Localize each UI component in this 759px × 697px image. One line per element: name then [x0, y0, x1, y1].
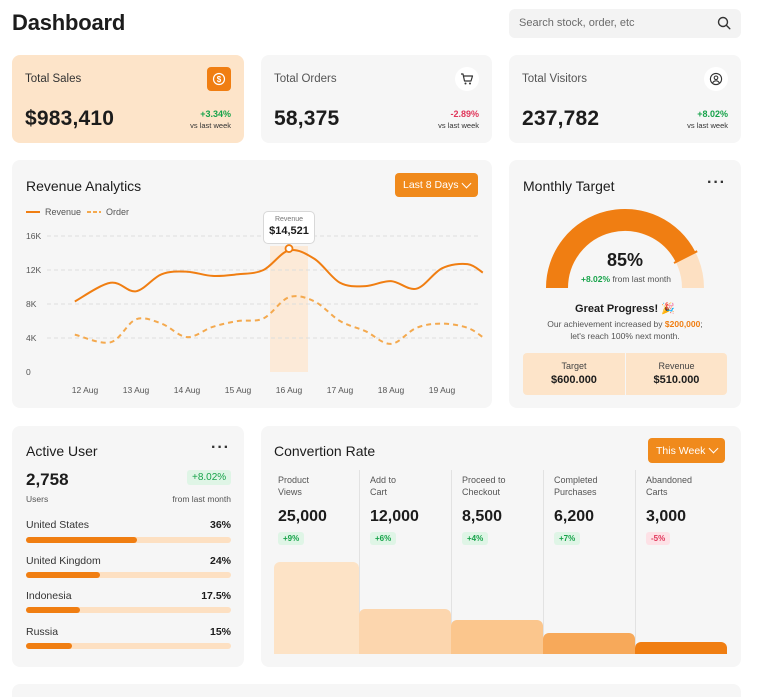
country-bar: [26, 643, 231, 649]
user-delta: +8.02%: [187, 470, 232, 485]
stage-label-line-1: Proceed to: [462, 475, 506, 485]
y-tick-label: 16K: [26, 231, 41, 241]
stage-delta: +7%: [554, 532, 581, 545]
stage-label: Add to Cart: [370, 475, 396, 498]
target-label: Target: [561, 361, 587, 371]
stage-label-line-2: Checkout: [462, 486, 501, 497]
country-row: Russia 15%: [26, 626, 231, 652]
column-divider: [543, 470, 544, 654]
target-headline: Great Progress! 🎉: [575, 303, 675, 315]
next-card-peek: [12, 684, 741, 697]
chart-tooltip: Revenue $14,521: [263, 211, 315, 244]
country-bar: [26, 537, 231, 543]
stage-label-line-2: Carts: [646, 486, 668, 497]
country-name: Russia: [26, 626, 59, 638]
stage-label-line-2: Views: [278, 486, 302, 497]
stage-label: Abandoned Carts: [646, 475, 692, 498]
x-tick-label: 15 Aug: [225, 385, 252, 395]
target-delta-row: +8.02% from last month: [576, 274, 676, 284]
country-row: United States 36%: [26, 519, 231, 545]
country-pct: 17.5%: [201, 590, 231, 602]
country-name: United Kingdom: [26, 555, 101, 567]
x-tick-label: 13 Aug: [123, 385, 150, 395]
stage-label-line-2: Cart: [370, 486, 388, 497]
target-value: $600.000: [551, 374, 597, 386]
desc-text: Our achievement increased by: [547, 319, 665, 329]
country-bar-fill: [26, 572, 100, 578]
more-options-icon[interactable]: ···: [707, 174, 726, 192]
y-tick-label: 4K: [26, 333, 37, 343]
target-percent: 85%: [606, 250, 644, 270]
user-count: 2,758: [26, 470, 69, 489]
funnel-bar: [543, 633, 635, 654]
desc-amount: $200,000: [664, 319, 701, 329]
stage-delta: +9%: [278, 532, 305, 545]
y-tick-label: 8K: [26, 299, 37, 309]
target-cell: Target $600.000: [523, 353, 625, 395]
stage-value: 12,000: [370, 508, 419, 525]
stage-label-line-1: Product: [278, 475, 310, 485]
x-tick-label: 12 Aug: [72, 385, 99, 395]
stage-value: 3,000: [646, 508, 687, 525]
country-bar-fill: [26, 607, 80, 613]
y-tick-label: 12K: [26, 265, 41, 275]
stage-delta: +4%: [462, 532, 489, 545]
user-delta-suffix: from last month: [172, 494, 231, 504]
funnel-bar: [635, 642, 727, 654]
funnel-bar: [359, 609, 451, 654]
stage-value: 8,500: [462, 508, 503, 525]
this-week-button[interactable]: This Week: [648, 438, 726, 463]
country-pct: 36%: [209, 519, 231, 531]
stage-label-line-1: Add to: [370, 475, 397, 485]
country-row: Indonesia 17.5%: [26, 590, 231, 616]
x-tick-label: 14 Aug: [174, 385, 201, 395]
x-tick-label: 16 Aug: [276, 385, 303, 395]
country-pct: 15%: [209, 626, 231, 638]
range-label: This Week: [656, 444, 706, 457]
monthly-target-title: Monthly Target: [523, 178, 615, 194]
x-tick-label: 19 Aug: [429, 385, 456, 395]
tooltip-label: Revenue: [274, 216, 304, 223]
stage-value: 6,200: [554, 508, 595, 525]
user-count-label: Users: [26, 494, 49, 504]
country-bar: [26, 572, 231, 578]
stage-delta: -5%: [646, 532, 671, 545]
target-description: Our achievement increased by $200,000; l…: [527, 318, 723, 342]
y-tick-label: 0: [26, 367, 31, 377]
revenue-value: $510.000: [653, 374, 700, 386]
stage-label: Product Views: [278, 475, 309, 498]
stage-value: 25,000: [278, 508, 327, 525]
stage-label: Proceed to Checkout: [462, 475, 506, 498]
country-pct: 24%: [209, 555, 231, 567]
funnel-bar: [451, 620, 543, 654]
active-user-title: Active User: [26, 443, 98, 459]
column-divider: [635, 470, 636, 654]
revenue-cell: Revenue $510.000: [626, 353, 727, 395]
x-tick-label: 18 Aug: [378, 385, 405, 395]
stage-label: Completed Purchases: [554, 475, 598, 498]
highlight-band: [270, 246, 308, 372]
revenue-label: Revenue: [658, 361, 695, 371]
x-tick-label: 17 Aug: [327, 385, 354, 395]
more-options-icon[interactable]: ···: [211, 439, 230, 457]
country-bar: [26, 607, 231, 613]
stage-delta: +6%: [370, 532, 397, 545]
stage-label-line-1: Abandoned: [646, 475, 693, 485]
funnel-bar: [274, 562, 359, 654]
country-bar-fill: [26, 537, 137, 543]
highlight-point[interactable]: [284, 244, 294, 253]
stage-label-line-1: Completed: [554, 475, 598, 485]
chevron-down-icon: [708, 443, 719, 454]
desc-punct: ;: [700, 319, 703, 329]
country-row: United Kingdom 24%: [26, 555, 231, 581]
country-name: Indonesia: [26, 590, 72, 602]
tooltip-value: $14,521: [269, 225, 309, 237]
conversion-title: Convertion Rate: [274, 443, 376, 459]
country-name: United States: [26, 519, 90, 531]
target-delta-suffix: from last month: [612, 274, 672, 284]
target-delta: +8.02%: [580, 274, 611, 284]
stage-label-line-2: Purchases: [554, 486, 597, 497]
country-bar-fill: [26, 643, 73, 649]
desc-line2: let's reach 100% next month.: [570, 331, 680, 341]
